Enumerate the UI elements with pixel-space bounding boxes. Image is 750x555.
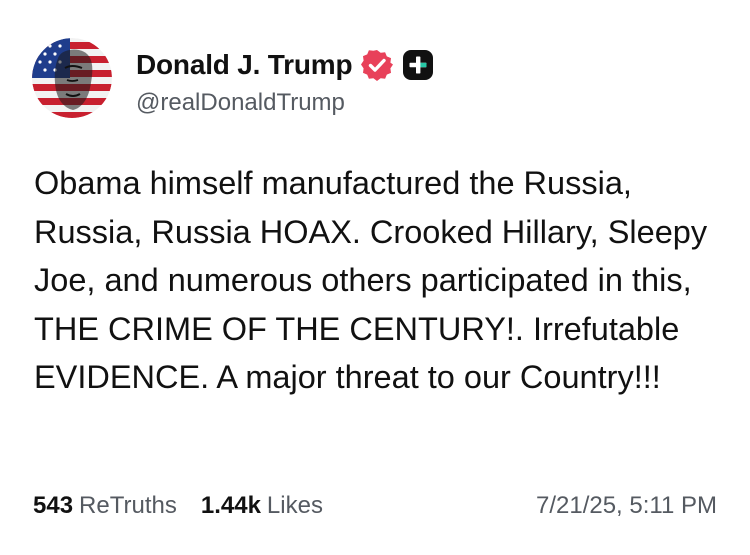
author-name-row: Donald J. Trump [136,46,434,84]
retruths-count: 543 [33,492,74,519]
likes-count: 1.44k [200,492,261,519]
post-stats: 543 ReTruths 1.44k Likes [33,490,323,522]
likes-label: Likes [266,492,323,519]
post-text: Obama himself manufactured the Russia, R… [34,165,708,395]
display-name[interactable]: Donald J. Trump [136,49,353,81]
retruths-stat[interactable]: 543 ReTruths [33,492,177,520]
retruths-label: ReTruths [79,492,177,519]
flag-portrait-avatar-icon [32,38,112,118]
truth-plus-icon [403,50,434,80]
author-handle[interactable]: @realDonaldTrump [136,89,345,117]
avatar[interactable] [32,38,112,118]
verified-badge-icon [361,50,394,81]
likes-stat[interactable]: 1.44k Likes [201,492,323,520]
truth-post: Donald J. Trump @realDonaldTrump Obama h… [0,0,750,555]
post-timestamp: 7/21/25, 5:11 PM [535,492,717,519]
